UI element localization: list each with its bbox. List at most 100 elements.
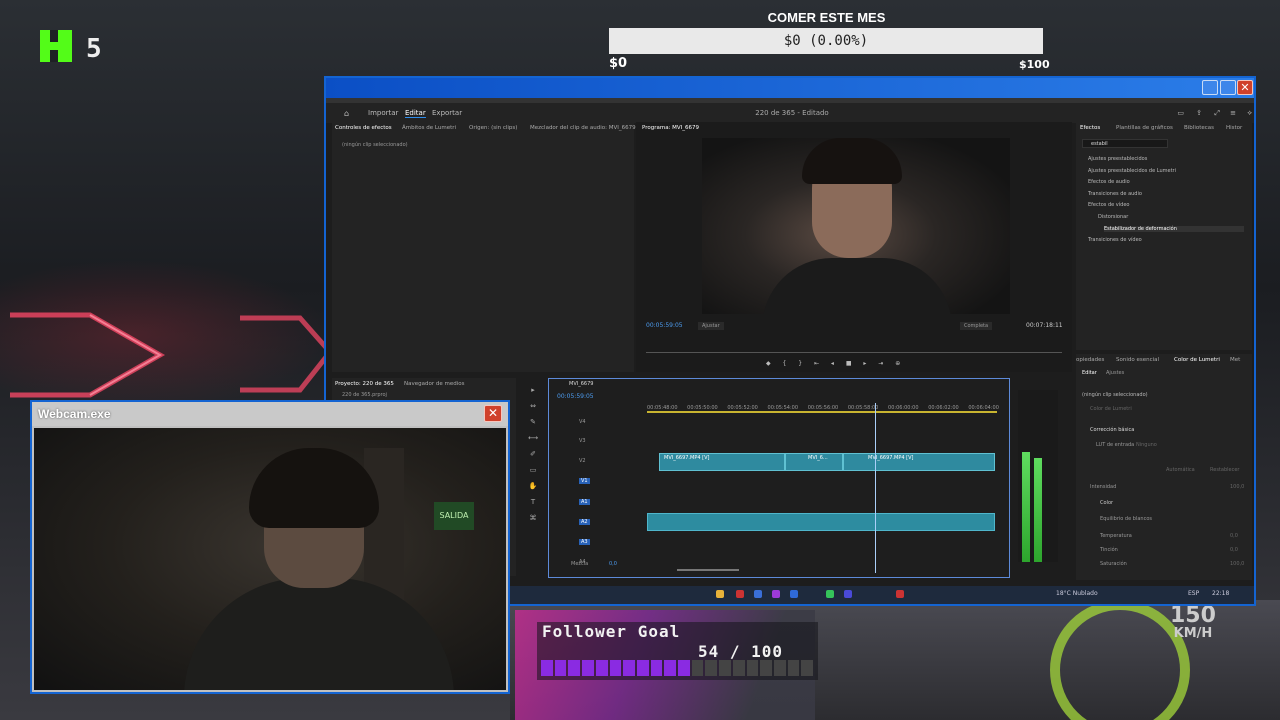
maximize-button[interactable] [1220,80,1236,95]
video-clip[interactable]: MVI_6697.MP4 [V] [843,453,995,471]
track-header-a2[interactable]: A2 [579,519,590,525]
mix-value[interactable]: 0,0 [609,561,617,567]
effects-search-input[interactable]: estabil [1082,139,1168,148]
webcam-person-body [184,578,454,690]
section-basic-correction[interactable]: Corrección básica [1090,427,1134,433]
quality-dropdown[interactable]: Completa [960,322,993,330]
intensity-label: Intensidad [1090,484,1117,490]
follower-goal-title: Follower Goal [542,622,681,641]
track-header-a3[interactable]: A3 [579,539,590,545]
goal-segment [582,660,594,676]
tree-item[interactable]: Ajustes preestablecidos de Lumetri [1088,168,1176,174]
webcam-title: Webcam.exe [38,407,111,421]
app-icon[interactable] [896,590,904,598]
track-header-v3[interactable]: V3 [579,438,586,444]
subtab-settings[interactable]: Ajustes [1106,370,1124,376]
reset-button[interactable]: Restablecer [1210,467,1239,473]
tab-audio-mixer[interactable]: Mezclador del clip de audio: MVI_6679 [530,125,636,131]
timeline-timecode[interactable]: 00:05:59:05 [557,393,594,400]
close-button[interactable]: ✕ [1237,80,1253,95]
tab-libraries[interactable]: Bibliotecas [1184,125,1214,131]
tab-source[interactable]: Origen: (sin clips) [469,125,517,131]
transport-controls[interactable]: ◆ { } ⇤ ◂ ■ ▸ ⇥ ⊕ [766,360,986,368]
lumetri-preset[interactable]: Color de Lumetri [1090,406,1132,412]
track-header-v4[interactable]: V4 [579,419,586,425]
project-file[interactable]: 220 de 365.prproj [342,392,387,398]
mix-label: Mezcla [571,561,589,567]
tab-lumetri-scopes[interactable]: Ámbitos de Lumetri [402,125,456,131]
tree-item[interactable]: Efectos de audio [1088,179,1130,185]
premiere-icon[interactable] [772,590,780,598]
auto-button[interactable]: Automática [1166,467,1195,473]
menu-icon[interactable]: ≡ [1230,109,1236,117]
spotify-icon[interactable] [826,590,834,598]
video-clip[interactable]: MVI_6697.MP4 [V] [659,453,785,471]
timeline-zoom-scrollbar[interactable] [677,569,739,571]
fit-dropdown[interactable]: Ajustar [698,322,724,330]
tab-effect-controls[interactable]: Controles de efectos [335,125,392,131]
file-explorer-icon[interactable] [716,590,724,598]
exit-sign: SALIDA [434,502,474,530]
notifications-icon[interactable]: ⟡ [1247,109,1252,118]
share-icon[interactable]: ⇪ [1196,109,1202,117]
tree-item[interactable]: Transiciones de audio [1088,191,1142,197]
discord-icon[interactable] [754,590,762,598]
video-clip[interactable]: MVI_6... [785,453,843,471]
lumetri-clip: (ningún clip seleccionado) [1082,392,1148,398]
workspace-icon[interactable]: ▭ [1177,109,1184,117]
lut-dropdown[interactable]: Ninguno [1136,442,1157,448]
webcam-close-button[interactable]: ✕ [484,405,502,422]
tab-program[interactable]: Programa: MVI_6679 [642,125,699,131]
playhead[interactable] [875,403,876,573]
intensity-value[interactable]: 100,0 [1230,484,1244,490]
tree-item-selected[interactable]: Estabilizador de deformación [1104,226,1244,232]
tree-item[interactable]: Distorsionar [1098,214,1128,220]
program-timecode[interactable]: 00:05:59:05 [646,322,683,329]
track-header-v1[interactable]: V1 [579,478,590,484]
tab-effects[interactable]: Efectos [1080,125,1100,131]
tab-media-browser[interactable]: Navegador de medios [404,381,464,387]
clock[interactable]: 22:18 [1212,590,1229,597]
lut-label: LUT de entrada [1096,442,1135,448]
tab-graphics-templates[interactable]: Plantillas de gráficos [1116,125,1173,131]
window-titlebar[interactable]: ✕ [326,78,1254,98]
tree-item[interactable]: Efectos de vídeo [1088,202,1129,208]
temperature-value[interactable]: 0,0 [1230,533,1238,539]
color-section[interactable]: Color [1100,500,1113,506]
subtab-edit[interactable]: Editar [1082,370,1097,376]
audio-clip[interactable] [647,513,995,531]
photoshop-icon[interactable] [790,590,798,598]
tree-item[interactable]: Transiciones de vídeo [1088,237,1142,243]
tools-panel[interactable]: ▸ ⇔ ✎ ⟷ ✐ ▭ ✋ T ⌘ [526,382,540,532]
opera-icon[interactable] [736,590,744,598]
minimize-button[interactable] [1202,80,1218,95]
obs-icon[interactable] [844,590,852,598]
tab-history[interactable]: Histor [1226,125,1242,131]
language-indicator[interactable]: ESP [1188,590,1199,597]
timeline-panel: MVI_6679 00:05:59:05 00:05:48:00 00:05:5… [548,378,1010,578]
webcam-window: Webcam.exe ✕ SALIDA [30,400,510,694]
track-header-a1[interactable]: A1 [579,499,590,505]
weather-widget[interactable]: 18°C Nublado [1056,590,1098,597]
fullscreen-icon[interactable]: ⤢ [1214,109,1220,118]
tab-project[interactable]: Proyecto: 220 de 365 [335,381,394,387]
tint-value[interactable]: 0,0 [1230,547,1238,553]
goal-segment [732,660,745,676]
tab-metadata[interactable]: Met [1230,357,1240,363]
program-scrubber[interactable] [646,352,1062,353]
tab-essential-sound[interactable]: Sonido esencial [1116,357,1159,363]
tree-item[interactable]: Ajustes preestablecidos [1088,156,1147,162]
work-area-bar[interactable] [647,411,997,413]
goal-segment [705,660,718,676]
no-clip-message: (ningún clip seleccionado) [342,142,408,148]
webcam-titlebar[interactable]: Webcam.exe ✕ [32,402,508,426]
track-header-v2[interactable]: V2 [579,458,586,464]
tab-sequence[interactable]: MVI_6679 [569,381,593,387]
goal-segment [801,660,814,676]
audio-meter [1018,390,1058,562]
speedometer-readout: 150 KM/H [1170,603,1216,641]
goal-segment [760,660,772,676]
tab-lumetri-color[interactable]: Color de Lumetri [1174,357,1220,363]
saturation-value[interactable]: 100,0 [1230,561,1244,567]
tab-properties[interactable]: opiedades [1076,357,1104,363]
